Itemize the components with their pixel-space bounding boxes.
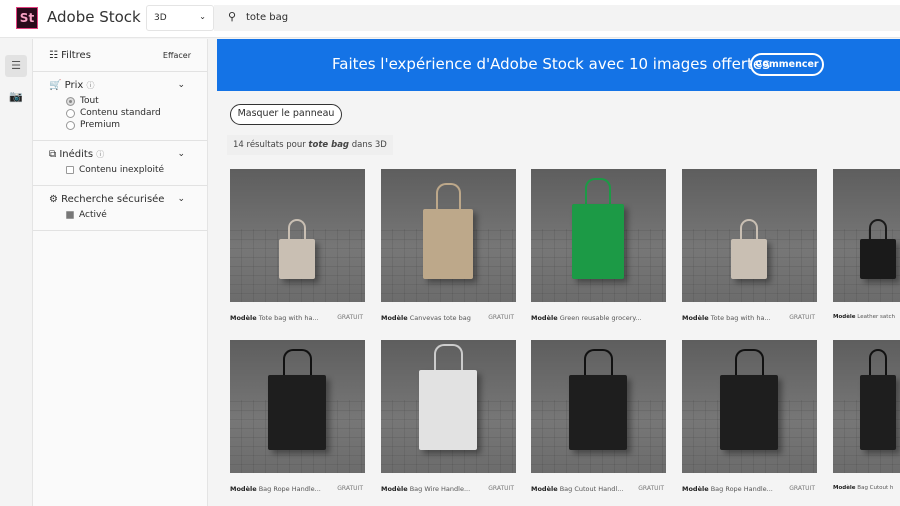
side-rail: ☰ 📷 <box>0 39 33 506</box>
item-type: Modèle <box>682 485 709 493</box>
info-icon[interactable]: ⓘ <box>87 81 95 90</box>
safe-search-option[interactable]: Activé <box>66 210 191 220</box>
chevron-down-icon[interactable]: ⌄ <box>177 80 185 90</box>
radio[interactable] <box>66 120 75 130</box>
category-select[interactable]: 3D ⌄ <box>146 5 214 31</box>
model-thumbnail[interactable] <box>682 340 817 473</box>
item-title: Bag Rope Handle... <box>710 485 773 493</box>
result-card[interactable]: Modèle Green reusable grocery... <box>531 169 666 322</box>
item-type: Modèle <box>682 314 709 322</box>
item-type: Modèle <box>833 485 856 491</box>
option-label: Activé <box>79 210 107 220</box>
item-type: Modèle <box>230 485 257 493</box>
adobe-stock-logo[interactable]: St <box>16 7 38 29</box>
camera-icon[interactable]: 📷 <box>5 86 27 108</box>
result-card[interactable]: Modèle Bag Cutout Handl... GRATUIT <box>531 340 666 493</box>
radio[interactable] <box>66 96 75 106</box>
price-option-premium[interactable]: Premium <box>66 120 191 130</box>
cart-icon: 🛒 <box>49 80 62 91</box>
item-title: Leather satch <box>857 314 895 320</box>
category-value: 3D <box>154 13 167 23</box>
top-bar: St Adobe Stock 3D ⌄ ⚲ tote bag <box>0 0 900 38</box>
free-badge: GRATUIT <box>337 314 363 321</box>
item-type: Modèle <box>531 485 558 493</box>
item-title: Green reusable grocery... <box>559 314 642 322</box>
result-card[interactable]: Modèle Leather satch <box>833 169 900 320</box>
result-card[interactable]: Modèle Bag Rope Handle... GRATUIT <box>682 340 817 493</box>
item-type: Modèle <box>381 314 408 322</box>
option-label: Contenu inexploité <box>79 165 165 175</box>
item-title: Canvevas tote bag <box>409 314 471 322</box>
item-title: Bag Wire Handle... <box>409 485 471 493</box>
gear-icon: ⚙ <box>49 194 58 205</box>
hide-panel-button[interactable]: Masquer le panneau <box>230 104 342 125</box>
filters-icon[interactable]: ☰ <box>5 55 27 77</box>
results-query: tote bag <box>308 140 350 150</box>
free-badge: GRATUIT <box>789 314 815 321</box>
item-type: Modèle <box>230 314 257 322</box>
result-card[interactable]: Modèle Bag Cutout h <box>833 340 900 491</box>
unused-icon: ⧉ <box>49 149 57 160</box>
model-thumbnail[interactable] <box>381 169 516 302</box>
free-badge: GRATUIT <box>488 314 514 321</box>
model-thumbnail[interactable] <box>531 169 666 302</box>
chevron-down-icon[interactable]: ⌄ <box>177 194 185 204</box>
info-icon[interactable]: ⓘ <box>96 150 104 159</box>
price-label: Prix <box>64 80 84 91</box>
safe-search-label: Recherche sécurisée <box>61 194 165 205</box>
promo-banner: Faites l'expérience d'Adobe Stock avec 1… <box>217 39 900 91</box>
radio[interactable] <box>66 108 75 118</box>
result-card[interactable]: Modèle Tote bag with ha... GRATUIT <box>682 169 817 322</box>
result-card[interactable]: Modèle Canvevas tote bag GRATUIT <box>381 169 516 322</box>
brand-name[interactable]: Adobe Stock <box>47 8 141 26</box>
free-badge: GRATUIT <box>789 485 815 492</box>
free-badge: GRATUIT <box>488 485 514 492</box>
option-label: Premium <box>80 120 121 130</box>
banner-text: Faites l'expérience d'Adobe Stock avec 1… <box>332 55 770 73</box>
results-suffix: dans 3D <box>349 140 387 150</box>
search-icon: ⚲ <box>228 10 237 23</box>
item-title: Tote bag with ha... <box>258 314 319 322</box>
result-card[interactable]: Modèle Bag Rope Handle... GRATUIT <box>230 340 365 493</box>
clear-button[interactable]: Effacer <box>163 51 191 60</box>
item-title: Bag Rope Handle... <box>258 485 321 493</box>
results-summary: 14 résultats pour tote bag dans 3D <box>227 135 393 155</box>
item-title: Tote bag with ha... <box>710 314 771 322</box>
option-label: Contenu standard <box>80 108 161 118</box>
result-card[interactable]: Modèle Bag Wire Handle... GRATUIT <box>381 340 516 493</box>
results-count: 14 résultats pour <box>233 140 309 150</box>
checkbox[interactable] <box>66 166 74 174</box>
checkbox[interactable] <box>66 211 74 219</box>
item-title: Bag Cutout h <box>857 485 894 491</box>
model-thumbnail[interactable] <box>531 340 666 473</box>
model-thumbnail[interactable] <box>230 340 365 473</box>
chevron-down-icon[interactable]: ⌄ <box>177 149 185 159</box>
model-thumbnail[interactable] <box>833 340 900 473</box>
result-card[interactable]: Modèle Tote bag with ha... GRATUIT <box>230 169 365 322</box>
free-badge: GRATUIT <box>337 485 363 492</box>
item-title: Bag Cutout Handl... <box>559 485 624 493</box>
unused-option[interactable]: Contenu inexploité <box>66 165 191 175</box>
chevron-down-icon: ⌄ <box>199 12 206 21</box>
start-button[interactable]: Commencer <box>750 53 824 76</box>
filters-panel: ☷ Filtres Effacer 🛒 Prix ⓘ ⌄ Tout Conten… <box>33 39 208 506</box>
model-thumbnail[interactable] <box>230 169 365 302</box>
price-option-standard[interactable]: Contenu standard <box>66 108 191 118</box>
model-thumbnail[interactable] <box>682 169 817 302</box>
price-option-tout[interactable]: Tout <box>66 96 191 106</box>
model-thumbnail[interactable] <box>381 340 516 473</box>
unused-label: Inédits <box>59 149 94 160</box>
option-label: Tout <box>80 96 99 106</box>
search-input[interactable]: ⚲ tote bag <box>214 5 900 31</box>
item-type: Modèle <box>833 314 856 320</box>
item-type: Modèle <box>381 485 408 493</box>
sliders-icon: ☷ <box>49 50 58 61</box>
search-value: tote bag <box>246 12 289 23</box>
filters-title: Filtres <box>61 50 91 61</box>
free-badge: GRATUIT <box>638 485 664 492</box>
item-type: Modèle <box>531 314 558 322</box>
model-thumbnail[interactable] <box>833 169 900 302</box>
